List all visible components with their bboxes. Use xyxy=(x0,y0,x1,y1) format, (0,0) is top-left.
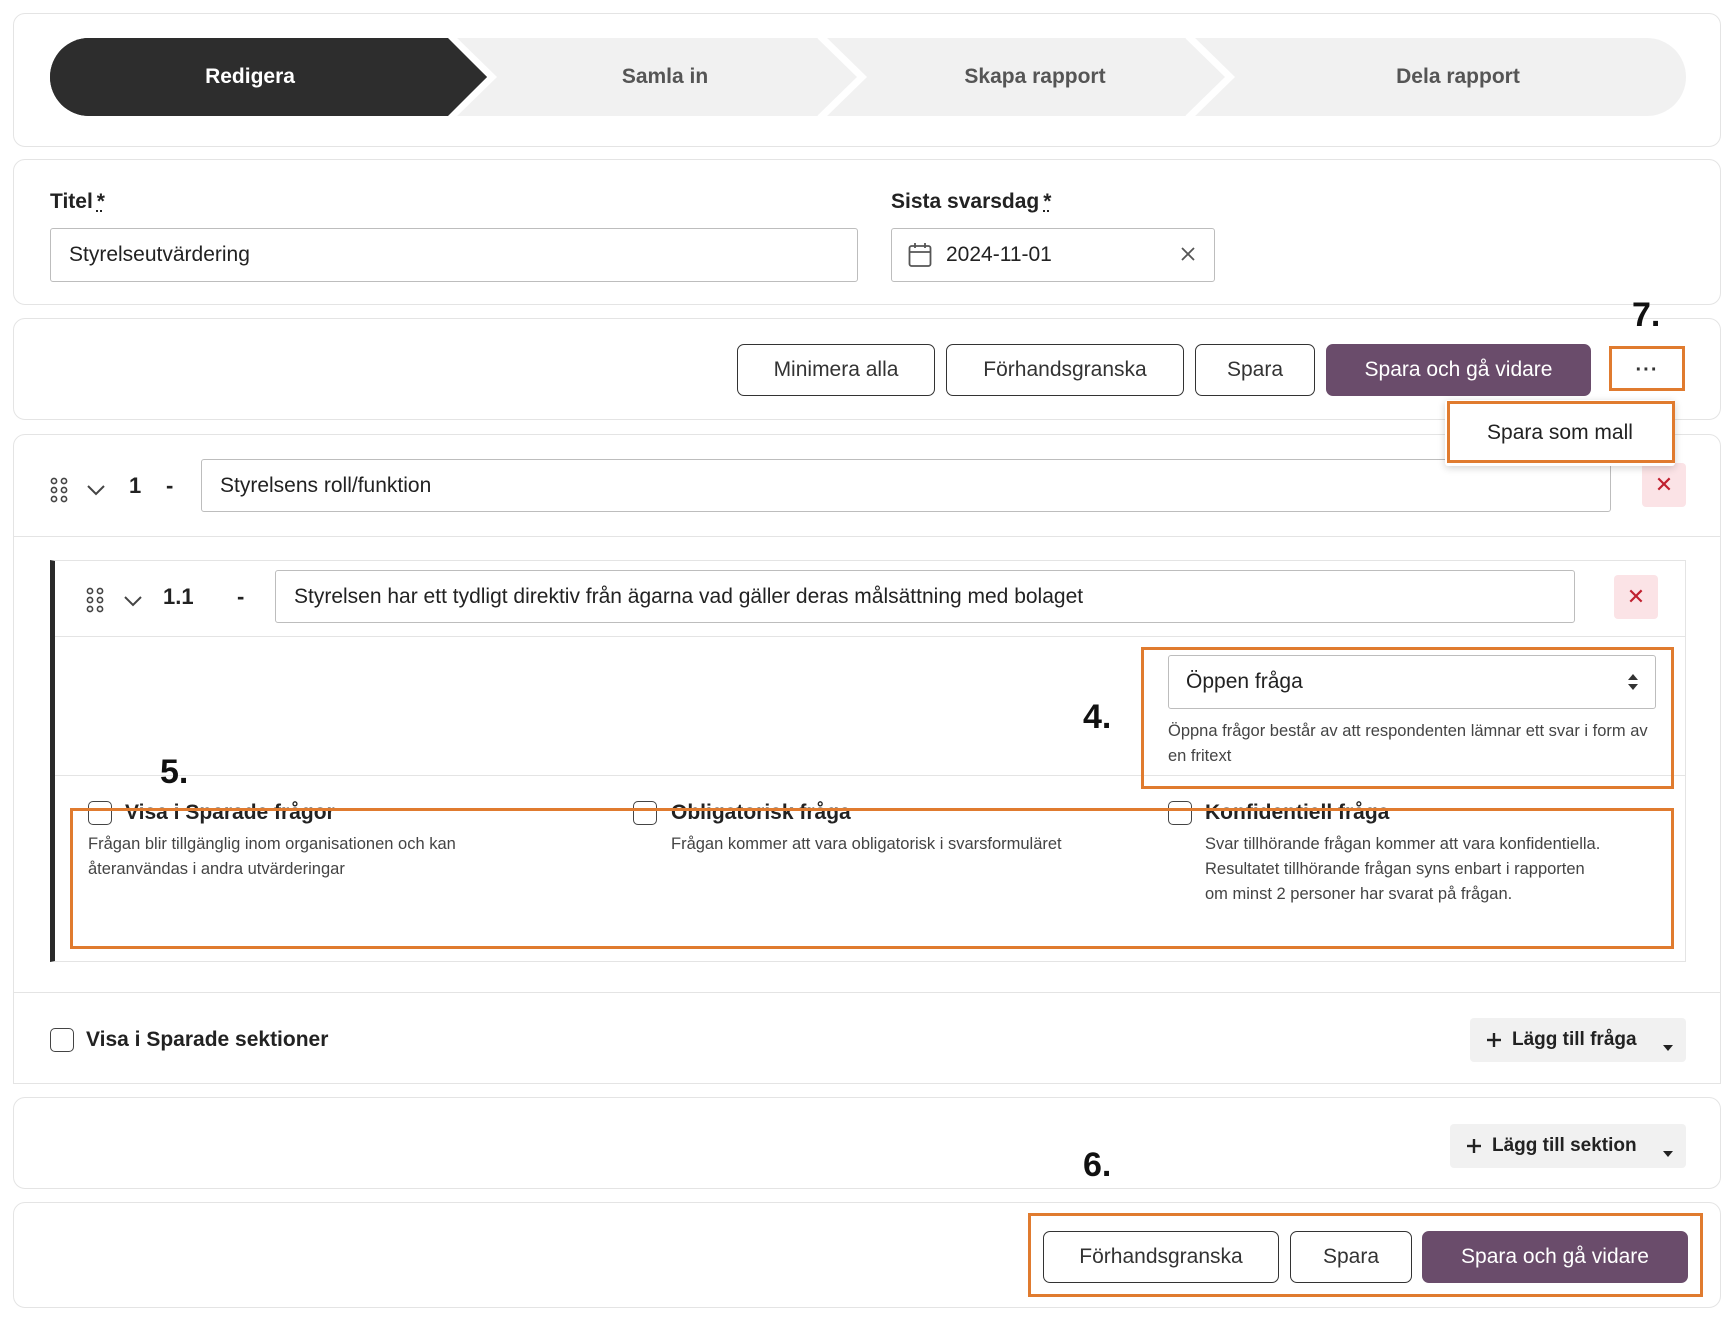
section-card: 1 - Styrelsens roll/funktion ✕ 1.1 - Sty… xyxy=(13,434,1721,1084)
add-question-button[interactable]: Lägg till fråga xyxy=(1470,1018,1686,1062)
step-skapa-rapport[interactable]: Skapa rapport xyxy=(860,38,1210,116)
step-samla-in[interactable]: Samla in xyxy=(490,38,840,116)
plus-icon xyxy=(1486,1032,1502,1048)
delete-question-button[interactable]: ✕ xyxy=(1614,575,1658,619)
mandatory-question-label: Obligatorisk fråga xyxy=(671,801,851,824)
question-dash: - xyxy=(237,584,245,609)
divider xyxy=(55,636,1685,637)
sort-arrows-icon xyxy=(1627,673,1639,697)
question-type-value: Öppen fråga xyxy=(1186,670,1303,693)
bottom-save-continue-button[interactable]: Spara och gå vidare xyxy=(1422,1231,1688,1283)
delete-section-button[interactable]: ✕ xyxy=(1642,463,1686,507)
question-text-input[interactable]: Styrelsen har ett tydligt direktiv från … xyxy=(275,570,1575,623)
divider xyxy=(14,992,1720,993)
save-question-desc: Frågan blir tillgänglig inom organisatio… xyxy=(88,835,456,878)
annotation-number-5: 5. xyxy=(160,753,189,791)
annotation-number-7: 7. xyxy=(1632,296,1661,334)
close-icon: ✕ xyxy=(1626,584,1646,609)
question-type-select[interactable]: Öppen fråga xyxy=(1168,655,1656,709)
mandatory-question-desc: Frågan kommer att vara obligatorisk i sv… xyxy=(671,835,1062,853)
calendar-icon xyxy=(908,242,932,268)
save-section-label: Visa i Sparade sektioner xyxy=(86,1028,329,1051)
save-section-checkbox[interactable] xyxy=(50,1028,74,1052)
divider xyxy=(55,775,1685,776)
bottom-preview-button[interactable]: Förhandsgranska xyxy=(1043,1231,1279,1283)
deadline-value: 2024-11-01 xyxy=(946,243,1052,266)
question-type-help: Öppna frågor består av att respondenten … xyxy=(1168,722,1648,765)
deadline-label: Sista svarsdag * xyxy=(891,190,1052,213)
minimize-all-button[interactable]: Minimera alla xyxy=(737,344,935,396)
annotation-number-6: 6. xyxy=(1083,1146,1112,1184)
progress-stepper: Redigera Samla in Skapa rapport Dela rap… xyxy=(50,38,1686,116)
bottom-action-bar: Förhandsgranska Spara Spara och gå vidar… xyxy=(13,1202,1721,1308)
clear-date-icon[interactable] xyxy=(1180,244,1196,268)
more-options-button[interactable]: ··· xyxy=(1612,348,1682,392)
chevron-down-icon[interactable] xyxy=(86,483,106,502)
caret-down-icon xyxy=(1662,1036,1674,1058)
section-title-input[interactable]: Styrelsens roll/funktion xyxy=(201,459,1611,512)
save-question-label: Visa i Sparade frågor xyxy=(125,801,335,824)
confidential-question-label: Konfidentiell fråga xyxy=(1205,801,1390,824)
save-question-checkbox[interactable] xyxy=(88,801,112,825)
caret-down-icon xyxy=(1662,1142,1674,1164)
progress-stepper-card: Redigera Samla in Skapa rapport Dela rap… xyxy=(13,13,1721,147)
section-dash: - xyxy=(166,473,174,498)
annotation-number-4: 4. xyxy=(1083,698,1112,736)
question-number: 1.1 xyxy=(163,584,194,609)
title-label: Titel * xyxy=(50,190,105,213)
deadline-date-input[interactable]: 2024-11-01 xyxy=(891,228,1215,282)
title-input[interactable]: Styrelseutvärdering xyxy=(50,228,858,282)
add-section-card: Lägg till sektion xyxy=(13,1097,1721,1189)
add-question-label: Lägg till fråga xyxy=(1512,1029,1637,1050)
step-dela-rapport[interactable]: Dela rapport xyxy=(1230,38,1686,116)
mandatory-question-checkbox[interactable] xyxy=(633,801,657,825)
confidential-question-checkbox[interactable] xyxy=(1168,801,1192,825)
divider xyxy=(14,536,1720,537)
more-options-menu: Spara som mall xyxy=(1445,400,1675,466)
confidential-question-desc: Svar tillhörande frågan kommer att vara … xyxy=(1205,835,1601,903)
survey-details-card: Titel * Styrelseutvärdering Sista svarsda… xyxy=(13,159,1721,305)
close-icon: ✕ xyxy=(1654,472,1674,497)
add-section-button[interactable]: Lägg till sektion xyxy=(1450,1124,1686,1168)
add-section-label: Lägg till sektion xyxy=(1492,1135,1637,1156)
chevron-down-icon[interactable] xyxy=(123,594,143,613)
bottom-save-button[interactable]: Spara xyxy=(1290,1231,1412,1283)
step-redigera[interactable]: Redigera xyxy=(50,38,450,116)
menu-item-save-as-template[interactable]: Spara som mall xyxy=(1445,400,1675,466)
save-continue-button[interactable]: Spara och gå vidare xyxy=(1326,344,1591,396)
drag-handle-icon[interactable] xyxy=(86,587,104,618)
save-button[interactable]: Spara xyxy=(1195,344,1315,396)
section-number: 1 xyxy=(129,473,142,498)
plus-icon xyxy=(1466,1138,1482,1154)
preview-button[interactable]: Förhandsgranska xyxy=(946,344,1184,396)
question-block: 1.1 - Styrelsen har ett tydligt direktiv… xyxy=(50,560,1686,962)
drag-handle-icon[interactable] xyxy=(50,477,68,508)
